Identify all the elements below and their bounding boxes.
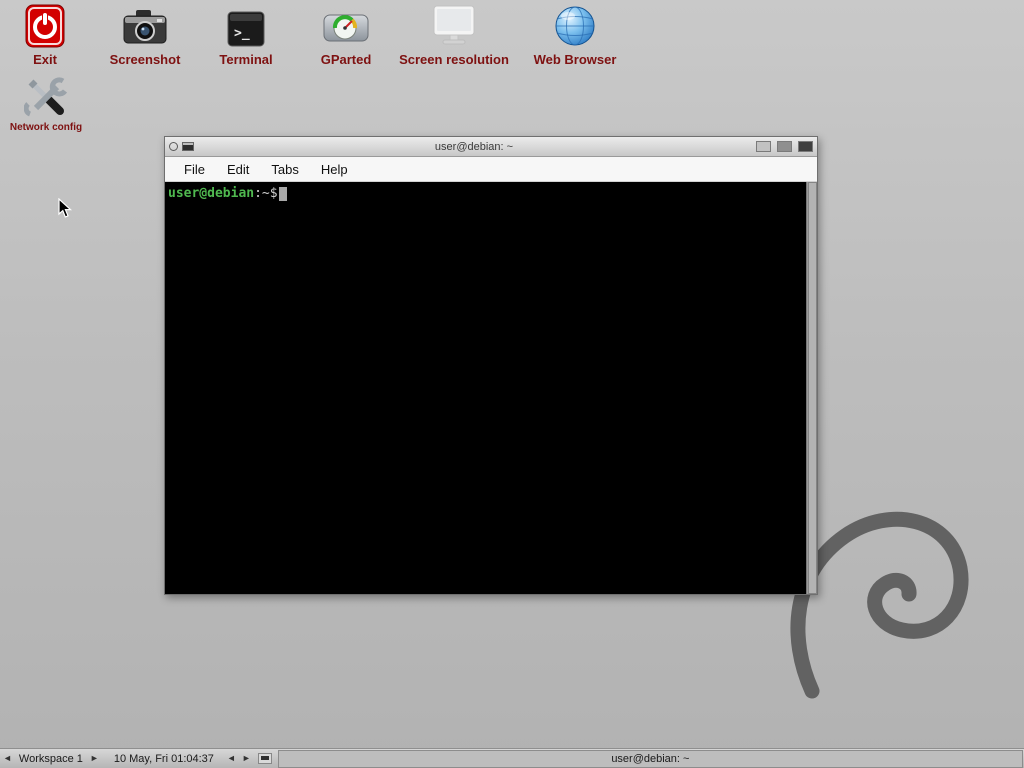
terminal-icon: >_ bbox=[227, 2, 265, 48]
terminal-scrollbar[interactable] bbox=[806, 182, 817, 594]
desktop-icon-label: GParted bbox=[321, 52, 372, 67]
power-icon bbox=[25, 2, 65, 48]
taskbar: ◄ Workspace 1 ► 10 May, Fri 01:04:37 ◄ ►… bbox=[0, 748, 1024, 768]
task-scroll-right-button[interactable]: ► bbox=[239, 749, 254, 768]
desktop-icon-label: Exit bbox=[33, 52, 57, 67]
window-app-icon bbox=[182, 142, 194, 151]
menu-edit[interactable]: Edit bbox=[216, 159, 260, 180]
svg-text:>_: >_ bbox=[234, 26, 250, 41]
terminal-cursor bbox=[279, 187, 287, 201]
globe-icon bbox=[553, 2, 597, 48]
desktop-icon-label: Terminal bbox=[219, 52, 272, 67]
terminal-text[interactable]: user@debian:~$ bbox=[165, 182, 806, 594]
minimize-button[interactable] bbox=[756, 141, 771, 152]
menu-bar: File Edit Tabs Help bbox=[165, 157, 817, 182]
maximize-button[interactable] bbox=[777, 141, 792, 152]
tools-icon bbox=[24, 72, 68, 118]
workspace-next-button[interactable]: ► bbox=[87, 749, 102, 768]
terminal-window: user@debian: ~ File Edit Tabs Help user@… bbox=[164, 136, 818, 595]
prompt-path: :~$ bbox=[254, 186, 277, 201]
monitor-icon bbox=[431, 2, 477, 48]
task-button-label: user@debian: ~ bbox=[611, 753, 689, 765]
scrollbar-thumb[interactable] bbox=[808, 182, 817, 594]
task-scroll-left-button[interactable]: ◄ bbox=[224, 749, 239, 768]
terminal-content[interactable]: user@debian:~$ bbox=[165, 182, 817, 594]
desktop-icon-screen-resolution[interactable]: Screen resolution bbox=[384, 2, 524, 67]
desktop-icon-web-browser[interactable]: Web Browser bbox=[505, 2, 645, 67]
menu-file[interactable]: File bbox=[173, 159, 216, 180]
window-titlebar[interactable]: user@debian: ~ bbox=[165, 137, 817, 157]
workspace-prev-button[interactable]: ◄ bbox=[0, 749, 15, 768]
disk-gauge-icon bbox=[323, 2, 369, 48]
camera-icon bbox=[122, 2, 168, 48]
menu-tabs[interactable]: Tabs bbox=[260, 159, 309, 180]
close-button[interactable] bbox=[798, 141, 813, 152]
mouse-cursor bbox=[58, 198, 73, 224]
taskbar-task-button[interactable]: user@debian: ~ bbox=[278, 750, 1023, 768]
desktop-icon-label: Screenshot bbox=[110, 52, 181, 67]
task-window-icon bbox=[258, 753, 272, 764]
menu-help[interactable]: Help bbox=[310, 159, 359, 180]
desktop-icon-label: Screen resolution bbox=[399, 52, 509, 67]
desktop-icon-label: Web Browser bbox=[534, 52, 617, 67]
prompt-user: user@debian bbox=[168, 186, 254, 201]
desktop-icon-network-config[interactable]: Network config bbox=[0, 72, 106, 133]
clock: 10 May, Fri 01:04:37 bbox=[110, 753, 218, 765]
window-title: user@debian: ~ bbox=[198, 141, 750, 153]
window-menu-icon[interactable] bbox=[169, 142, 178, 151]
desktop-icon-label: Network config bbox=[10, 122, 82, 133]
workspace-label[interactable]: Workspace 1 bbox=[15, 753, 87, 765]
